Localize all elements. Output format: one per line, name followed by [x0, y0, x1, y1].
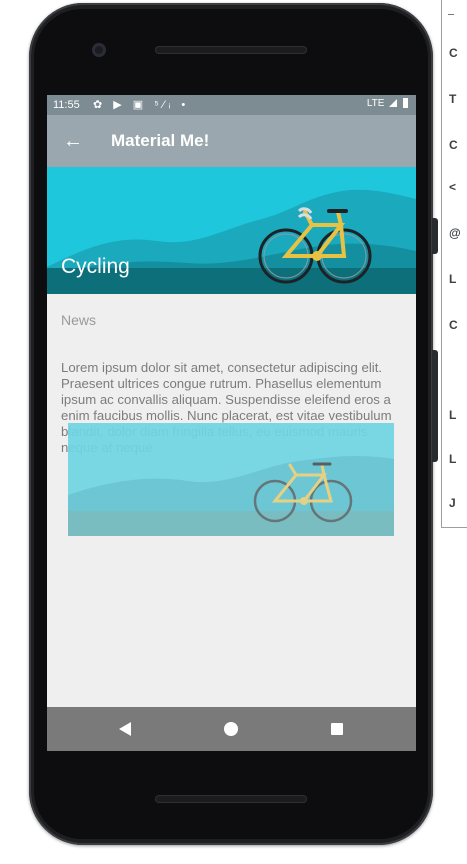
status-right-group: LTE — [367, 98, 408, 109]
bottom-speaker — [155, 795, 307, 803]
system-navigation-bar — [47, 707, 416, 751]
ide-gutter-glyph: @ — [449, 226, 461, 240]
back-triangle-icon[interactable] — [95, 707, 155, 751]
status-bar: 11:55 ✿ ▶ ▣ ⁵⁄ᵢ • LTE — [47, 95, 416, 115]
volume-button — [432, 350, 438, 462]
battery-icon — [403, 98, 408, 109]
collapse-dash — [448, 14, 454, 15]
subtitle: News — [61, 312, 97, 328]
ide-panel-fragment — [441, 0, 467, 528]
signal-icon — [389, 99, 398, 108]
earpiece-speaker — [155, 46, 307, 54]
power-button — [432, 218, 438, 254]
ide-gutter-glyph: L — [449, 452, 457, 466]
app-bar: ← Material Me! — [47, 115, 416, 167]
ide-gutter-glyph: C — [449, 318, 458, 332]
ide-gutter-glyph: T — [449, 92, 457, 106]
ide-gutter-glyph: C — [449, 138, 458, 152]
transition-image-overlay — [68, 423, 394, 536]
image-title: Cycling — [61, 255, 130, 278]
cycling-thumbnail — [68, 423, 394, 536]
front-camera — [92, 43, 106, 57]
network-type: LTE — [366, 98, 385, 109]
status-time: 11:55 — [53, 99, 80, 111]
back-arrow-icon[interactable]: ← — [55, 123, 91, 159]
ide-gutter-glyph: < — [449, 180, 457, 194]
recent-square-icon[interactable] — [307, 707, 367, 751]
app-title: Material Me! — [111, 131, 210, 150]
device-screen: 11:55 ✿ ▶ ▣ ⁵⁄ᵢ • LTE ← Material Me! Cyc… — [47, 95, 416, 751]
notification-icons: ✿ ▶ ▣ ⁵⁄ᵢ • — [93, 99, 190, 111]
ide-gutter-glyph: C — [449, 46, 458, 60]
ide-gutter-glyph: J — [449, 496, 456, 510]
ide-gutter-glyph: L — [449, 272, 457, 286]
home-circle-icon[interactable] — [201, 707, 261, 751]
ide-gutter-glyph: L — [449, 408, 457, 422]
